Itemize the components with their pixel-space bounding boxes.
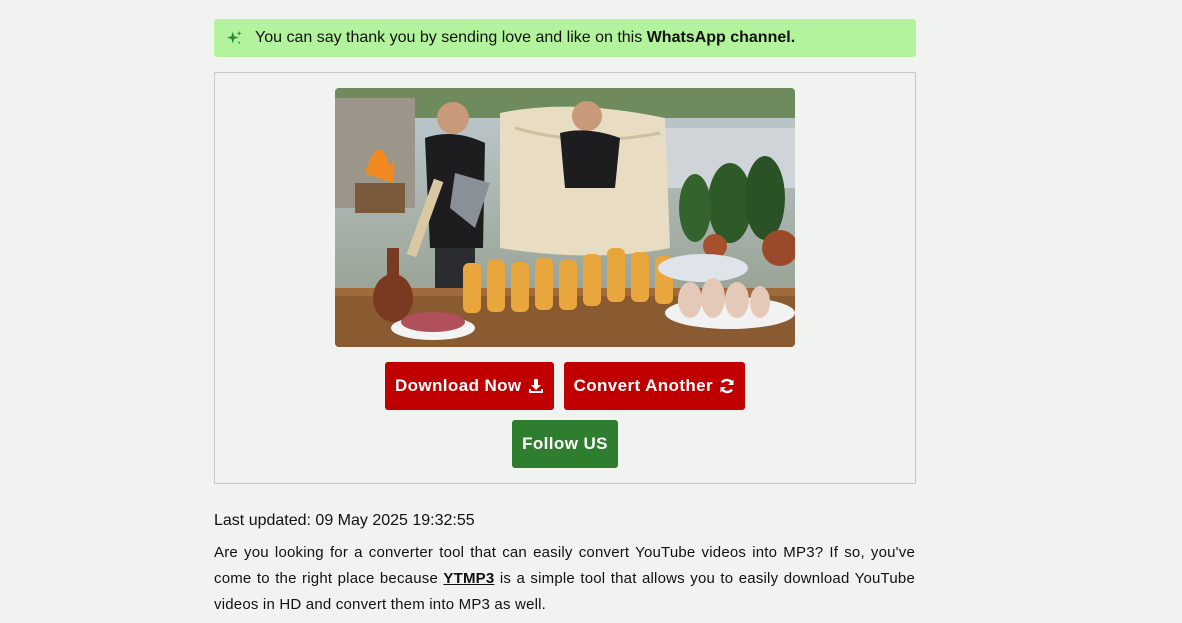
whatsapp-banner: You can say thank you by sending love an… (214, 19, 916, 57)
follow-us-button[interactable]: Follow US (512, 420, 618, 468)
convert-another-button[interactable]: Convert Another (563, 362, 746, 410)
refresh-icon (719, 378, 735, 394)
download-now-button[interactable]: Download Now (384, 362, 554, 410)
whatsapp-channel-link[interactable]: WhatsApp channel. (647, 29, 795, 47)
intro-paragraph: Are you looking for a converter tool tha… (214, 540, 915, 618)
follow-row: Follow US (215, 420, 915, 468)
video-thumbnail (335, 88, 795, 347)
download-icon (528, 378, 544, 394)
sparkle-icon (226, 30, 242, 44)
action-buttons-row: Download Now Convert Another (215, 362, 915, 410)
content-wrapper: You can say thank you by sending love an… (214, 19, 916, 484)
convert-another-label: Convert Another (573, 376, 714, 395)
result-card: Download Now Convert Another Follow US (214, 72, 916, 484)
download-now-label: Download Now (394, 376, 522, 395)
banner-text: You can say thank you by sending love an… (255, 29, 643, 46)
last-updated-text: Last updated: 09 May 2025 19:32:55 (214, 512, 475, 529)
ytmp3-link[interactable]: YTMP3 (443, 570, 494, 587)
